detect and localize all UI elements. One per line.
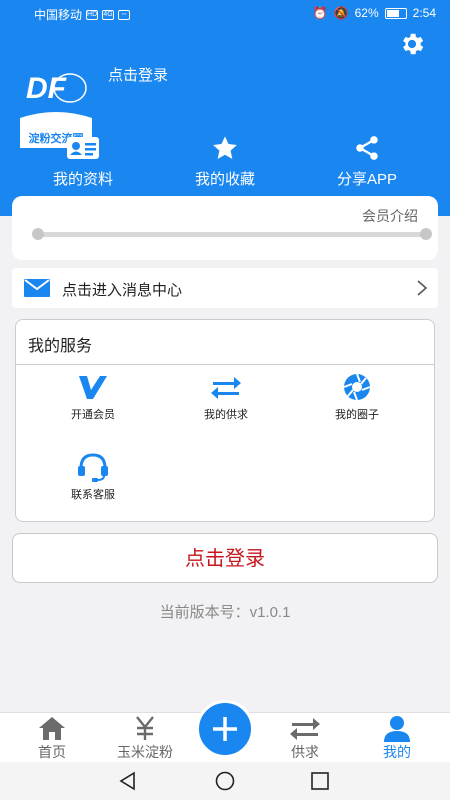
v-member-icon	[79, 376, 107, 399]
status-bar: 中国移动 HD 4G ◦◦ ⏰ 🔕 62% 2:54	[0, 0, 450, 26]
id-card-icon	[67, 137, 99, 159]
plus-icon	[213, 717, 237, 741]
divider	[16, 364, 434, 365]
tab-corn-starch[interactable]: 玉米淀粉	[105, 715, 185, 762]
star-icon	[213, 136, 237, 159]
login-prompt[interactable]: 点击登录	[108, 64, 168, 85]
services-title: 我的服务	[28, 338, 93, 355]
message-center-bar[interactable]: 点击进入消息中心	[12, 268, 438, 308]
home-icon	[39, 717, 65, 740]
aperture-icon	[343, 373, 371, 401]
chevron-right-icon	[417, 280, 428, 296]
tab-home[interactable]: 首页	[12, 715, 92, 762]
service-customer-support[interactable]: 联系客服	[43, 452, 143, 502]
yuan-icon	[136, 716, 154, 740]
quick-link-label: 我的收藏	[194, 171, 255, 188]
swap-arrows-icon	[290, 718, 320, 740]
tab-label: 供求	[291, 744, 319, 760]
tab-label: 玉米淀粉	[117, 744, 173, 760]
signal-icon: 4G	[102, 9, 115, 20]
user-icon	[384, 716, 410, 742]
battery-icon	[384, 7, 407, 19]
profile-header: DF 淀粉交流圈 点击登录 我的资料 我的收藏 分享APP	[0, 26, 450, 216]
tab-mine[interactable]: 我的	[357, 715, 437, 762]
mute-icon: 🔕	[333, 6, 349, 20]
alarm-icon: ⏰	[312, 6, 328, 20]
login-button[interactable]: 点击登录	[12, 533, 438, 583]
clock: 2:54	[412, 6, 436, 20]
battery-percent: 62%	[354, 6, 379, 20]
member-intro-link[interactable]: 会员介绍	[362, 206, 418, 226]
gear-icon[interactable]	[398, 30, 426, 58]
home-circle-icon[interactable]	[214, 771, 236, 791]
message-center-label: 点击进入消息中心	[62, 282, 183, 299]
carrier-label: 中国移动	[34, 8, 83, 22]
quick-link-label: 分享APP	[336, 171, 397, 188]
recents-icon[interactable]	[310, 771, 330, 791]
mail-icon	[24, 279, 50, 297]
swap-arrows-icon	[211, 377, 241, 399]
headset-icon	[78, 453, 108, 482]
tab-label: 首页	[38, 744, 66, 760]
version-label: 当前版本号：v1.0.1	[159, 604, 291, 621]
progress-dot-start	[32, 228, 44, 240]
wechat-icon: ◦◦	[118, 9, 131, 20]
share-icon	[356, 136, 378, 160]
service-label: 开通会员	[71, 409, 115, 421]
add-post-button[interactable]	[196, 700, 254, 758]
service-label: 我的供求	[204, 409, 248, 421]
service-label: 联系客服	[71, 489, 115, 501]
quick-link-profile[interactable]: 我的资料	[18, 134, 148, 189]
quick-link-share[interactable]: 分享APP	[302, 134, 432, 189]
system-nav-bar	[0, 762, 450, 800]
back-icon[interactable]	[118, 771, 138, 791]
service-my-circle[interactable]: 我的圈子	[307, 372, 407, 422]
quick-link-favorites[interactable]: 我的收藏	[160, 134, 290, 189]
member-card: 会员介绍	[12, 196, 438, 260]
service-my-supply[interactable]: 我的供求	[176, 372, 276, 422]
member-progress-track	[38, 232, 426, 237]
tab-supply[interactable]: 供求	[265, 715, 345, 762]
services-panel: 我的服务 开通会员 我的供求 我的圈子 联系客服	[15, 319, 435, 522]
hd-icon: HD	[86, 9, 99, 20]
service-membership[interactable]: 开通会员	[43, 372, 143, 422]
service-label: 我的圈子	[335, 409, 379, 421]
quick-link-label: 我的资料	[52, 171, 113, 188]
progress-dot-end	[420, 228, 432, 240]
tab-label: 我的	[383, 744, 411, 760]
